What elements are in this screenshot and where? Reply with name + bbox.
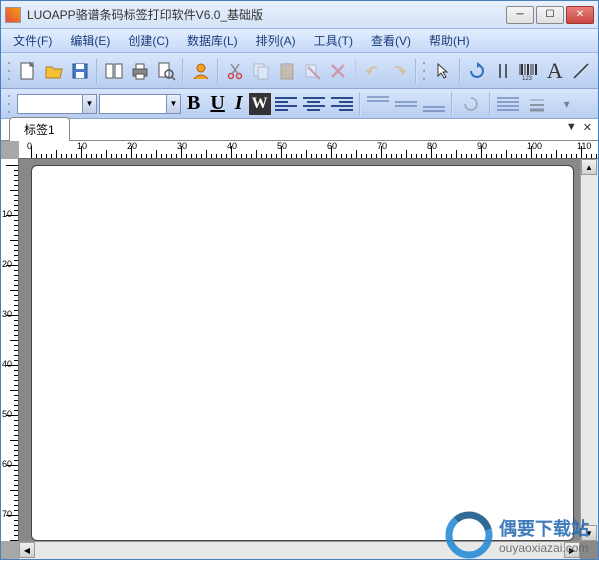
menu-create[interactable]: 创建(C): [128, 32, 169, 49]
bold-button[interactable]: B: [183, 92, 204, 116]
redo-icon[interactable]: [387, 57, 410, 85]
separator: [355, 59, 357, 83]
menu-file[interactable]: 文件(F): [13, 32, 52, 49]
separator: [451, 92, 453, 116]
justify-icon[interactable]: [497, 93, 519, 115]
watermark-url: ouyaoxiazai.com: [499, 541, 589, 555]
toolbar-format: ▼ ▼ B U I W ▾: [1, 89, 598, 119]
italic-button[interactable]: I: [231, 92, 247, 116]
watermark-name: 偶要下载站: [499, 515, 589, 541]
vline-icon[interactable]: [492, 57, 515, 85]
toolbar-main: 123 A: [1, 53, 598, 89]
open-icon[interactable]: [43, 57, 66, 85]
undo-icon[interactable]: [361, 57, 384, 85]
workspace: 0102030405060708090100110 10203040506070…: [1, 141, 598, 559]
separator: [217, 59, 219, 83]
chevron-down-icon: ▼: [82, 95, 96, 113]
menu-edit[interactable]: 编辑(E): [70, 32, 110, 49]
cut-icon[interactable]: [224, 57, 247, 85]
page-setup-icon[interactable]: [103, 57, 126, 85]
valign-top-icon[interactable]: [367, 93, 389, 115]
text-tool-icon[interactable]: A: [543, 57, 566, 85]
maximize-button[interactable]: ☐: [536, 6, 564, 24]
vertical-ruler[interactable]: 1020304050607080: [1, 159, 19, 541]
align-left-icon[interactable]: [275, 93, 297, 115]
toolbar-grip[interactable]: [7, 59, 12, 83]
tab-menu-icon[interactable]: ▼: [566, 121, 577, 134]
tabstrip: 标签1 ▼ ✕: [1, 119, 598, 141]
menubar: 文件(F) 编辑(E) 创建(C) 数据库(L) 排列(A) 工具(T) 查看(…: [1, 29, 598, 53]
window-controls: ─ ☐ ✕: [506, 6, 594, 24]
align-center-icon[interactable]: [303, 93, 325, 115]
separator: [359, 92, 361, 116]
valign-middle-icon[interactable]: [395, 93, 417, 115]
svg-text:123: 123: [522, 76, 533, 81]
label-canvas[interactable]: [31, 165, 574, 541]
barcode-icon[interactable]: 123: [518, 57, 541, 85]
minimize-button[interactable]: ─: [506, 6, 534, 24]
window-title: LUOAPP骆谱条码标签打印软件V6.0_基础版: [27, 6, 506, 23]
underline-button[interactable]: U: [206, 92, 228, 116]
app-icon: [5, 7, 21, 23]
font-family-combo[interactable]: ▼: [17, 94, 97, 114]
menu-tools[interactable]: 工具(T): [314, 32, 353, 49]
line-tool-icon[interactable]: [569, 57, 592, 85]
save-icon[interactable]: [69, 57, 92, 85]
paste-icon[interactable]: [275, 57, 298, 85]
preview-icon[interactable]: [155, 57, 178, 85]
valign-bottom-icon[interactable]: [423, 93, 445, 115]
watermark: 偶要下载站 ouyaoxiazai.com: [445, 511, 589, 559]
chevron-down-icon: ▼: [166, 95, 180, 113]
font-size-combo[interactable]: ▼: [99, 94, 181, 114]
watermark-logo-icon: [445, 511, 493, 559]
word-button[interactable]: W: [249, 93, 271, 115]
scroll-up-icon[interactable]: ▲: [581, 159, 597, 175]
horizontal-ruler[interactable]: 0102030405060708090100110: [19, 141, 598, 159]
scroll-left-icon[interactable]: ◀: [19, 542, 35, 558]
document-tab[interactable]: 标签1: [9, 117, 70, 141]
new-icon[interactable]: [17, 57, 40, 85]
copy-icon[interactable]: [249, 57, 272, 85]
vertical-scrollbar[interactable]: ▲ ▼: [580, 159, 598, 541]
toolbar-grip[interactable]: [422, 59, 427, 83]
separator: [459, 59, 461, 83]
menu-arrange[interactable]: 排列(A): [256, 32, 296, 49]
clear-icon[interactable]: [301, 57, 324, 85]
separator: [182, 59, 184, 83]
menu-view[interactable]: 查看(V): [371, 32, 411, 49]
separator: [489, 92, 491, 116]
pointer-icon[interactable]: [432, 57, 455, 85]
toolbar-grip[interactable]: [7, 92, 13, 116]
align-right-icon[interactable]: [331, 93, 353, 115]
delete-icon[interactable]: [327, 57, 350, 85]
separator: [96, 59, 98, 83]
menu-help[interactable]: 帮助(H): [429, 32, 470, 49]
menu-database[interactable]: 数据库(L): [187, 32, 238, 49]
print-icon[interactable]: [129, 57, 152, 85]
canvas-area: ▲ ▼: [19, 159, 598, 559]
app-window: LUOAPP骆谱条码标签打印软件V6.0_基础版 ─ ☐ ✕ 文件(F) 编辑(…: [0, 0, 599, 560]
close-button[interactable]: ✕: [566, 6, 594, 24]
tab-close-icon[interactable]: ✕: [583, 121, 592, 134]
more-icon[interactable]: ▾: [553, 90, 581, 118]
user-icon[interactable]: [189, 57, 212, 85]
refresh-icon[interactable]: [466, 57, 489, 85]
separator: [415, 59, 417, 83]
rotate-icon[interactable]: [457, 90, 485, 118]
titlebar: LUOAPP骆谱条码标签打印软件V6.0_基础版 ─ ☐ ✕: [1, 1, 598, 29]
line-weight-icon[interactable]: [523, 90, 551, 118]
